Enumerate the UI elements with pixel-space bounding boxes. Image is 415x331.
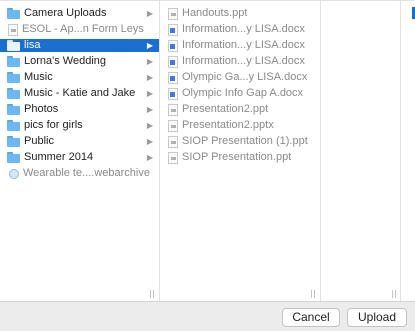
cancel-button[interactable]: Cancel xyxy=(282,308,340,327)
item-label: Photos xyxy=(24,103,59,115)
row-wearable-webarchive[interactable]: Wearable te....webarchive xyxy=(0,167,159,180)
file-browser: Camera Uploads ▶ ESOL - Ap...n Form Leys… xyxy=(0,0,415,302)
column-dropbox-root[interactable]: Camera Uploads ▶ ESOL - Ap...n Form Leys… xyxy=(0,1,160,302)
presentation-icon xyxy=(168,135,178,148)
item-label: Public xyxy=(24,135,54,147)
presentation-icon xyxy=(168,103,178,116)
row-handouts-ppt[interactable]: Handouts.ppt xyxy=(160,7,320,20)
folder-icon xyxy=(7,120,20,131)
folder-icon xyxy=(7,152,20,163)
item-label: Camera Uploads xyxy=(24,7,107,19)
row-lornas-wedding[interactable]: Lorna's Wedding ▶ xyxy=(0,55,159,68)
column-partial[interactable] xyxy=(401,1,415,302)
folder-icon xyxy=(7,136,20,147)
document-icon xyxy=(8,23,18,36)
item-label: SIOP Presentation (1).ppt xyxy=(182,135,308,147)
item-label: Handouts.ppt xyxy=(182,7,248,19)
chevron-right-icon: ▶ xyxy=(146,41,153,50)
item-label: Music - Katie and Jake xyxy=(24,87,136,99)
row-music[interactable]: Music ▶ xyxy=(0,71,159,84)
chevron-right-icon: ▶ xyxy=(146,105,153,114)
word-document-icon xyxy=(168,71,178,84)
item-label: Information...y LISA.docx xyxy=(182,23,305,35)
item-label: Wearable te....webarchive xyxy=(23,167,150,179)
item-label: Information...y LISA.docx xyxy=(182,39,305,51)
column-lisa[interactable]: Handouts.ppt Information...y LISA.docx I… xyxy=(160,1,321,302)
row-information-docx-1[interactable]: Information...y LISA.docx xyxy=(160,23,320,36)
folder-icon xyxy=(7,56,20,67)
presentation-icon xyxy=(168,7,178,20)
item-label: SIOP Presentation.ppt xyxy=(182,151,292,163)
folder-icon xyxy=(7,104,20,115)
word-document-icon xyxy=(168,55,178,68)
row-olympic-ga-docx[interactable]: Olympic Ga...y LISA.docx xyxy=(160,71,320,84)
row-siop-presentation[interactable]: SIOP Presentation.ppt xyxy=(160,151,320,164)
folder-icon xyxy=(7,40,20,51)
item-label: Olympic Ga...y LISA.docx xyxy=(182,71,308,83)
row-photos[interactable]: Photos ▶ xyxy=(0,103,159,116)
item-label: Information...y LISA.docx xyxy=(182,55,305,67)
item-label: Presentation2.ppt xyxy=(182,103,269,115)
column-resize-handle[interactable] xyxy=(392,290,396,298)
chevron-right-icon: ▶ xyxy=(146,73,153,82)
item-label: lisa xyxy=(24,39,41,51)
row-esol-file[interactable]: ESOL - Ap...n Form Leys xyxy=(0,23,159,36)
row-public[interactable]: Public ▶ xyxy=(0,135,159,148)
row-camera-uploads[interactable]: Camera Uploads ▶ xyxy=(0,7,159,20)
item-label: ESOL - Ap...n Form Leys xyxy=(22,23,144,35)
word-document-icon xyxy=(168,23,178,36)
folder-icon xyxy=(7,88,20,99)
chevron-right-icon: ▶ xyxy=(146,57,153,66)
chevron-right-icon: ▶ xyxy=(146,137,153,146)
row-lisa[interactable]: lisa ▶ xyxy=(0,39,159,52)
item-label: Olympic Info Gap A.docx xyxy=(182,87,304,99)
presentation-icon xyxy=(168,151,178,164)
chevron-right-icon: ▶ xyxy=(146,9,153,18)
row-presentation2-pptx[interactable]: Presentation2.pptx xyxy=(160,119,320,132)
item-label: Summer 2014 xyxy=(24,151,94,163)
item-label: pics for girls xyxy=(24,119,83,131)
item-label: Presentation2.pptx xyxy=(182,119,274,131)
dialog-footer: Cancel Upload xyxy=(0,301,415,331)
column-resize-handle[interactable] xyxy=(150,290,154,298)
chevron-right-icon: ▶ xyxy=(146,89,153,98)
folder-icon xyxy=(7,72,20,83)
row-presentation2-ppt[interactable]: Presentation2.ppt xyxy=(160,103,320,116)
row-pics-for-girls[interactable]: pics for girls ▶ xyxy=(0,119,159,132)
upload-button[interactable]: Upload xyxy=(347,308,407,327)
folder-icon xyxy=(7,8,20,19)
item-label: Music xyxy=(24,71,53,83)
row-siop-presentation-1[interactable]: SIOP Presentation (1).ppt xyxy=(160,135,320,148)
word-document-icon xyxy=(168,39,178,52)
column-resize-handle[interactable] xyxy=(311,290,315,298)
row-information-docx-3[interactable]: Information...y LISA.docx xyxy=(160,55,320,68)
row-summer-2014[interactable]: Summer 2014 ▶ xyxy=(0,151,159,164)
item-label: Lorna's Wedding xyxy=(24,55,107,67)
presentation-icon xyxy=(168,119,178,132)
row-olympic-info-gap-docx[interactable]: Olympic Info Gap A.docx xyxy=(160,87,320,100)
row-music-katie-jake[interactable]: Music - Katie and Jake ▶ xyxy=(0,87,159,100)
word-document-icon xyxy=(168,87,178,100)
chevron-right-icon: ▶ xyxy=(146,153,153,162)
row-information-docx-2[interactable]: Information...y LISA.docx xyxy=(160,39,320,52)
column-empty[interactable] xyxy=(321,1,401,302)
webarchive-icon xyxy=(9,168,19,179)
chevron-right-icon: ▶ xyxy=(146,121,153,130)
